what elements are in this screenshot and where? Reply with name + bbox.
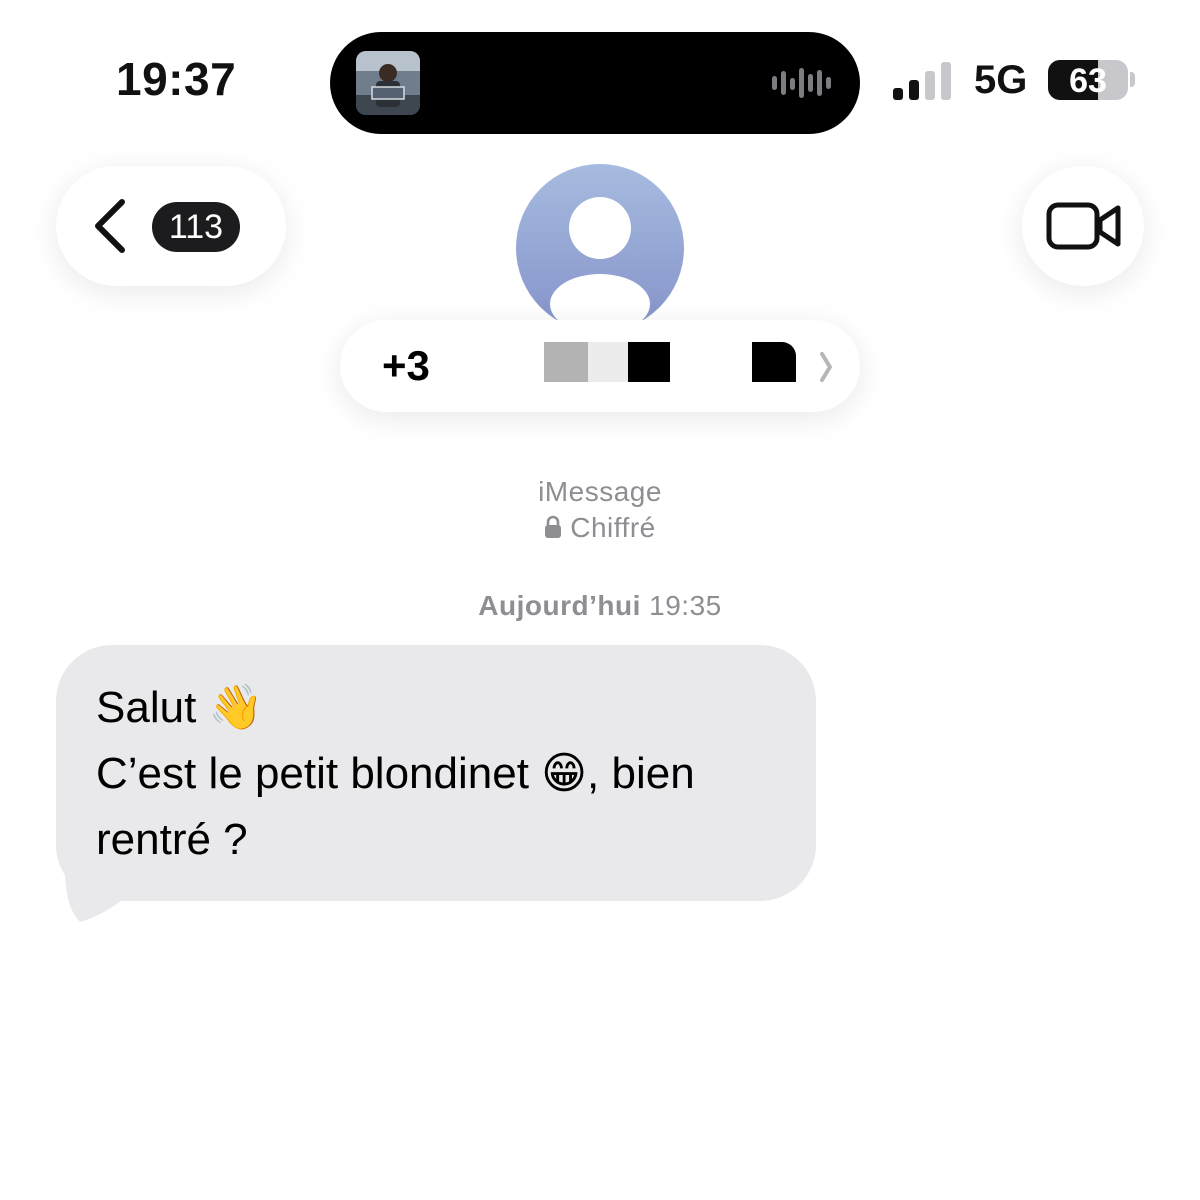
encryption-label: Chiffré: [0, 512, 1200, 544]
now-playing-artwork[interactable]: [356, 51, 420, 115]
network-type: 5G: [974, 58, 1028, 102]
timestamp-day: Aujourd’hui: [478, 590, 641, 621]
facetime-video-button[interactable]: [1022, 166, 1144, 286]
message-line: Salut 👋: [96, 683, 264, 732]
battery-cap: [1130, 72, 1135, 87]
message-line: C’est le petit blondinet 😁, bien: [96, 749, 695, 798]
timestamp-time: 19:35: [649, 590, 722, 621]
dynamic-island[interactable]: [330, 32, 860, 134]
message-text: Salut 👋 C’est le petit blondinet 😁, bien…: [96, 675, 786, 873]
contact-number: +3: [382, 342, 430, 389]
audio-wave-icon: [772, 68, 831, 98]
battery-icon: 63: [1048, 60, 1128, 100]
lock-icon: [545, 515, 562, 538]
chevron-right-icon: [820, 352, 832, 382]
back-button[interactable]: 113: [56, 166, 286, 286]
contact-avatar-icon: [550, 197, 650, 332]
redaction-block: [628, 342, 670, 382]
service-label: iMessage: [538, 476, 662, 507]
message-timestamp: Aujourd’hui 19:35: [0, 590, 1200, 622]
messages-screen: 19:37 5G 63 113 +3 iMessage Chiffré Aujo…: [0, 0, 1200, 1200]
message-line: rentré ?: [96, 815, 248, 864]
battery-percent: 63: [1069, 62, 1107, 100]
redaction-block: [588, 342, 628, 382]
back-chevron-icon: [95, 199, 125, 253]
unread-count-badge: 113: [152, 202, 240, 252]
incoming-message-bubble[interactable]: Salut 👋 C’est le petit blondinet 😁, bien…: [56, 645, 816, 901]
redaction-block: [752, 342, 796, 382]
redaction-block: [544, 342, 588, 382]
status-time: 19:37: [116, 53, 237, 105]
encryption-text: Chiffré: [570, 512, 656, 543]
video-camera-icon: [1046, 202, 1121, 250]
signal-icon: [893, 62, 951, 100]
contact-name-button[interactable]: +3: [340, 320, 860, 412]
contact-avatar[interactable]: [516, 164, 684, 332]
